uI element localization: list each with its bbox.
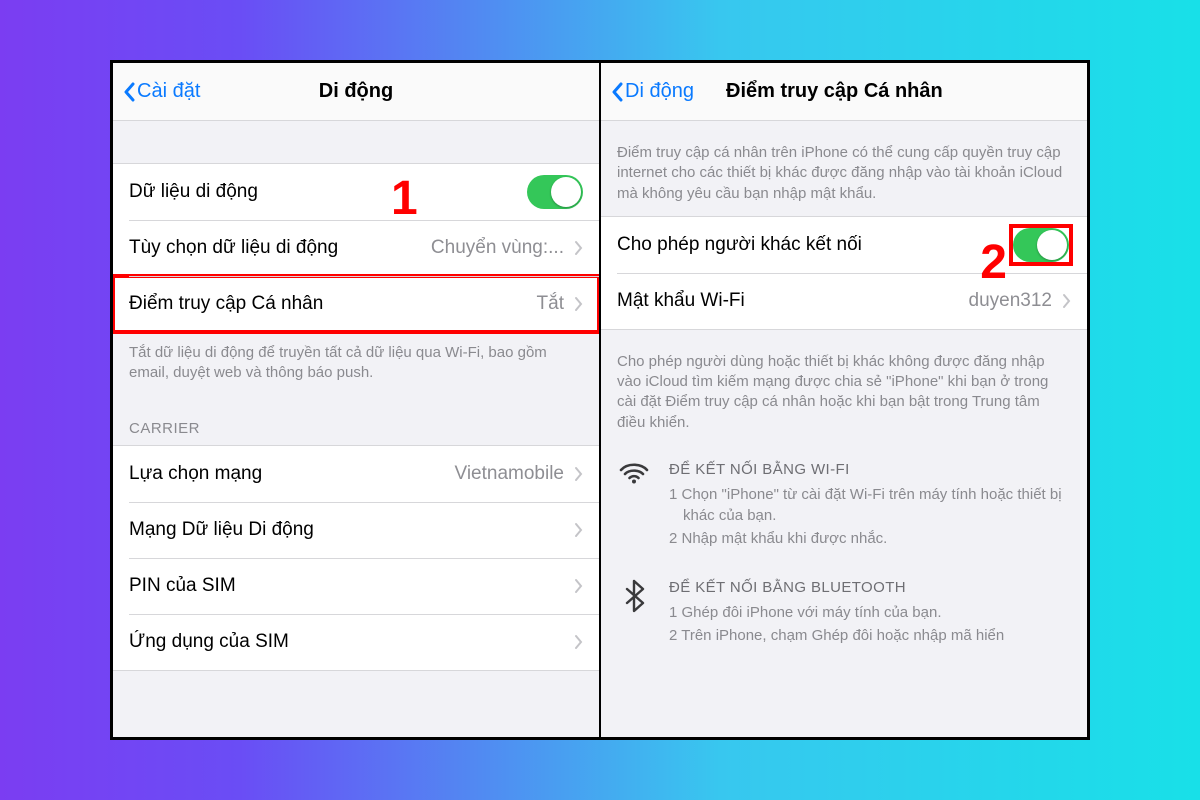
mobile-data-row[interactable]: Dữ liệu di động [113,164,599,220]
row-label: Ứng dụng của SIM [129,631,289,653]
navbar: Di động Điểm truy cập Cá nhân [601,63,1087,121]
bluetooth-instructions: ĐỂ KẾT NỐI BẰNG BLUETOOTH 1 Ghép đôi iPh… [601,565,1087,662]
back-label: Cài đặt [137,80,200,103]
row-label: Mật khẩu Wi-Fi [617,290,745,312]
hotspot-header-text: Điểm truy cập cá nhân trên iPhone có thể… [601,121,1087,216]
allow-others-toggle-highlight [1011,226,1071,264]
row-label: Lựa chọn mạng [129,463,262,485]
tutorial-frame: Cài đặt Di động Dữ liệu di động Tùy chọn… [110,60,1090,740]
row-label: Dữ liệu di động [129,181,258,203]
row-label: Cho phép người khác kết nối [617,234,862,256]
personal-hotspot-panel: Di động Điểm truy cập Cá nhân Điểm truy … [599,63,1087,737]
personal-hotspot-row[interactable]: Điểm truy cập Cá nhân Tắt [113,276,599,332]
sim-pin-row[interactable]: PIN của SIM [113,558,599,614]
chevron-right-icon [574,466,583,482]
callout-2: 2 [980,235,1007,290]
wifi-instr-line2: 2 Nhập mật khẩu khi được nhắc. [669,528,1071,549]
wifi-instr-line1: 1 Chọn "iPhone" từ cài đặt Wi-Fi trên má… [669,484,1071,526]
bluetooth-icon [617,577,651,648]
bt-instr-line1: 1 Ghép đôi iPhone với máy tính của bạn. [669,602,1071,623]
chevron-right-icon [574,296,583,312]
chevron-left-icon [123,82,135,102]
row-value: duyen312 [969,290,1052,312]
wifi-instr-heading: ĐỂ KẾT NỐI BẰNG WI-FI [669,459,1071,480]
carrier-section-label: CARRIER [113,398,599,445]
chevron-right-icon [574,634,583,650]
data-options-row[interactable]: Tùy chọn dữ liệu di động Chuyển vùng:... [113,220,599,276]
back-button[interactable]: Cài đặt [123,80,200,103]
allow-others-row[interactable]: Cho phép người khác kết nối [601,217,1087,273]
row-label: PIN của SIM [129,575,236,597]
row-value: Chuyển vùng:... [431,237,564,259]
mobile-data-footer: Tắt dữ liệu di động để truyền tất cả dữ … [113,333,599,398]
row-label: Tùy chọn dữ liệu di động [129,237,338,259]
hotspot-group: Cho phép người khác kết nối Mật khẩu Wi-… [601,216,1087,330]
mobile-data-group: Dữ liệu di động Tùy chọn dữ liệu di động… [113,163,599,333]
wifi-instructions: ĐỂ KẾT NỐI BẰNG WI-FI 1 Chọn "iPhone" từ… [601,447,1087,565]
callout-1: 1 [391,171,418,226]
network-selection-row[interactable]: Lựa chọn mạng Vietnamobile [113,446,599,502]
bt-instr-line2: 2 Trên iPhone, chạm Ghép đôi hoặc nhập m… [669,625,1071,646]
allow-others-toggle[interactable] [1013,228,1069,262]
wifi-icon [617,459,651,551]
bt-instr-heading: ĐỂ KẾT NỐI BẰNG BLUETOOTH [669,577,1071,598]
wifi-password-row[interactable]: Mật khẩu Wi-Fi duyen312 [601,273,1087,329]
chevron-right-icon [574,522,583,538]
mobile-data-toggle[interactable] [527,175,583,209]
chevron-left-icon [611,82,623,102]
sim-apps-row[interactable]: Ứng dụng của SIM [113,614,599,670]
back-button[interactable]: Di động [611,80,694,103]
row-label: Điểm truy cập Cá nhân [129,293,323,315]
chevron-right-icon [574,578,583,594]
mobile-data-network-row[interactable]: Mạng Dữ liệu Di động [113,502,599,558]
navbar: Cài đặt Di động [113,63,599,121]
carrier-group: Lựa chọn mạng Vietnamobile Mạng Dữ liệu … [113,445,599,671]
row-label: Mạng Dữ liệu Di động [129,519,314,541]
row-value: Tắt [537,293,564,315]
mobile-settings-panel: Cài đặt Di động Dữ liệu di động Tùy chọn… [113,63,599,737]
hotspot-footer-text: Cho phép người dùng hoặc thiết bị khác k… [601,330,1087,447]
row-value: Vietnamobile [454,463,564,485]
back-label: Di động [625,80,694,103]
chevron-right-icon [1062,293,1071,309]
chevron-right-icon [574,240,583,256]
